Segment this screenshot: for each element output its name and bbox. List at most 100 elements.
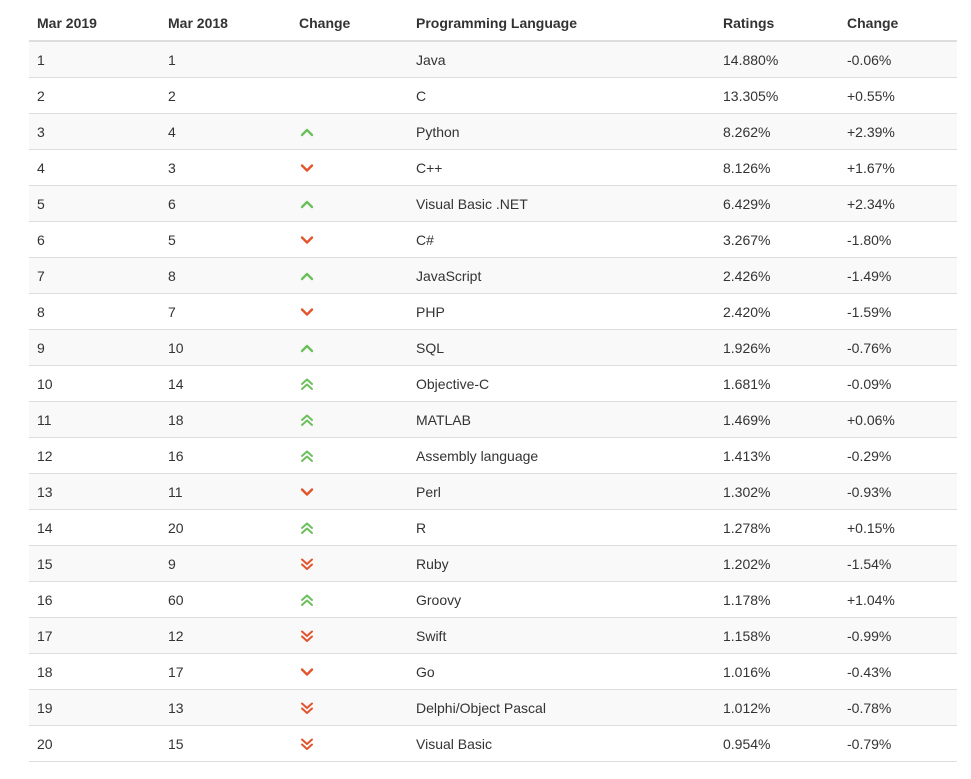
ratings-cell: 0.954% <box>715 725 839 762</box>
change-cell: -1.59% <box>839 293 957 330</box>
rank-2019-cell: 10 <box>29 365 160 402</box>
rank-2019-cell: 13 <box>29 473 160 510</box>
trend-cell <box>291 40 408 78</box>
trend-cell <box>291 581 408 618</box>
change-cell: -0.93% <box>839 473 957 510</box>
rank-2018-cell: 16 <box>160 437 291 474</box>
language-cell: MATLAB <box>408 401 715 438</box>
change-cell: +1.67% <box>839 149 957 186</box>
trend-cell <box>291 329 408 366</box>
trend-cell <box>291 437 408 474</box>
rank-2018-cell: 12 <box>160 617 291 654</box>
rank-2018-cell: 5 <box>160 221 291 258</box>
rank-2019-cell: 18 <box>29 653 160 690</box>
ratings-cell: 3.267% <box>715 221 839 258</box>
table-body: 1 1 Java 14.880% -0.06% 2 2 C 13.305% +0.55% 3 4 Pyt… <box>29 40 957 762</box>
ratings-cell: 1.016% <box>715 653 839 690</box>
rank-2019-cell: 3 <box>29 113 160 150</box>
change-cell: +0.15% <box>839 509 957 546</box>
double-chevron-down-icon <box>299 556 315 572</box>
table-row: 13 11 Perl 1.302% -0.93% <box>29 473 957 510</box>
trend-cell <box>291 545 408 582</box>
ratings-cell: 6.429% <box>715 185 839 222</box>
change-cell: -0.09% <box>839 365 957 402</box>
ratings-cell: 1.012% <box>715 689 839 726</box>
ratings-cell: 1.469% <box>715 401 839 438</box>
table-row: 4 3 C++ 8.126% +1.67% <box>29 149 957 186</box>
trend-cell <box>291 149 408 186</box>
table-row: 3 4 Python 8.262% +2.39% <box>29 113 957 150</box>
double-chevron-up-icon <box>299 520 315 536</box>
double-chevron-down-icon <box>299 628 315 644</box>
rank-2018-cell: 14 <box>160 365 291 402</box>
rank-2018-cell: 15 <box>160 725 291 762</box>
rank-2019-cell: 12 <box>29 437 160 474</box>
rank-2018-cell: 18 <box>160 401 291 438</box>
language-cell: Groovy <box>408 581 715 618</box>
chevron-up-icon <box>299 124 315 140</box>
ratings-cell: 1.278% <box>715 509 839 546</box>
table-row: 12 16 Assembly language 1.413% -0.29% <box>29 437 957 474</box>
language-cell: Visual Basic .NET <box>408 185 715 222</box>
change-cell: +2.34% <box>839 185 957 222</box>
ratings-cell: 13.305% <box>715 77 839 114</box>
table-header: Mar 2019 Mar 2018 Change Programming Lan… <box>29 6 957 42</box>
rank-2018-cell: 4 <box>160 113 291 150</box>
change-cell: -0.76% <box>839 329 957 366</box>
table-row: 20 15 Visual Basic 0.954% -0.79% <box>29 725 957 762</box>
rank-2018-cell: 2 <box>160 77 291 114</box>
rank-2019-cell: 7 <box>29 257 160 294</box>
rank-2018-cell: 20 <box>160 509 291 546</box>
ratings-cell: 8.126% <box>715 149 839 186</box>
trend-cell <box>291 617 408 654</box>
chevron-down-icon <box>299 304 315 320</box>
change-cell: +0.06% <box>839 401 957 438</box>
language-cell: C# <box>408 221 715 258</box>
header-change[interactable]: Change <box>839 6 957 42</box>
rank-2019-cell: 14 <box>29 509 160 546</box>
ratings-cell: 1.926% <box>715 329 839 366</box>
change-cell: -1.80% <box>839 221 957 258</box>
table-row: 18 17 Go 1.016% -0.43% <box>29 653 957 690</box>
table-row: 10 14 Objective-C 1.681% -0.09% <box>29 365 957 402</box>
chevron-up-icon <box>299 340 315 356</box>
language-cell: C <box>408 77 715 114</box>
trend-cell <box>291 725 408 762</box>
language-cell: Delphi/Object Pascal <box>408 689 715 726</box>
trend-cell <box>291 689 408 726</box>
trend-cell <box>291 257 408 294</box>
rank-2019-cell: 4 <box>29 149 160 186</box>
rank-2019-cell: 9 <box>29 329 160 366</box>
table-row: 16 60 Groovy 1.178% +1.04% <box>29 581 957 618</box>
table-row: 7 8 JavaScript 2.426% -1.49% <box>29 257 957 294</box>
language-cell: Go <box>408 653 715 690</box>
trend-cell <box>291 365 408 402</box>
table-row: 17 12 Swift 1.158% -0.99% <box>29 617 957 654</box>
rank-2019-cell: 16 <box>29 581 160 618</box>
header-programming-language[interactable]: Programming Language <box>408 6 715 42</box>
header-mar-2019[interactable]: Mar 2019 <box>29 6 160 42</box>
trend-cell <box>291 113 408 150</box>
change-cell: -0.06% <box>839 40 957 78</box>
header-mar-2018[interactable]: Mar 2018 <box>160 6 291 42</box>
change-cell: +0.55% <box>839 77 957 114</box>
chevron-down-icon <box>299 484 315 500</box>
language-cell: Java <box>408 40 715 78</box>
header-change-icon[interactable]: Change <box>291 6 408 42</box>
table-row: 2 2 C 13.305% +0.55% <box>29 77 957 114</box>
header-ratings[interactable]: Ratings <box>715 6 839 42</box>
language-cell: Python <box>408 113 715 150</box>
rank-2018-cell: 7 <box>160 293 291 330</box>
rank-2018-cell: 3 <box>160 149 291 186</box>
table-row: 9 10 SQL 1.926% -0.76% <box>29 329 957 366</box>
ratings-cell: 1.158% <box>715 617 839 654</box>
trend-cell <box>291 77 408 114</box>
rank-2019-cell: 19 <box>29 689 160 726</box>
change-cell: -0.43% <box>839 653 957 690</box>
language-cell: Ruby <box>408 545 715 582</box>
ratings-cell: 2.420% <box>715 293 839 330</box>
double-chevron-down-icon <box>299 700 315 716</box>
rank-2018-cell: 9 <box>160 545 291 582</box>
rank-2019-cell: 2 <box>29 77 160 114</box>
trend-cell <box>291 185 408 222</box>
